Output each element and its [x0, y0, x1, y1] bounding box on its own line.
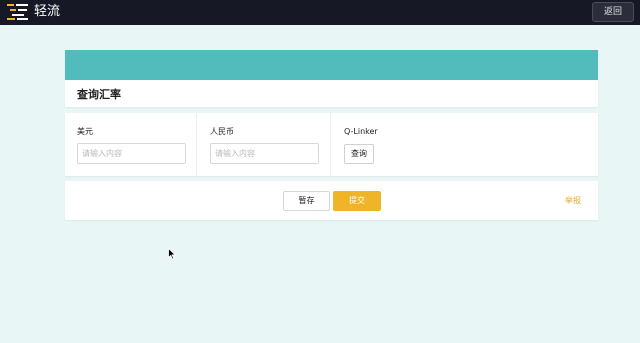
submit-button[interactable]: 提交 — [333, 191, 381, 211]
usd-input[interactable] — [77, 143, 186, 164]
back-button[interactable]: 返回 — [592, 2, 634, 22]
report-link[interactable]: 举报 — [565, 196, 581, 206]
q-linker-label: Q-Linker — [344, 127, 378, 136]
form-header-card: 查询汇率 — [65, 50, 598, 107]
header-banner — [65, 50, 598, 80]
column-divider — [196, 113, 197, 176]
usd-label: 美元 — [77, 127, 93, 136]
form-fields-card: 美元 人民币 Q-Linker 查询 — [65, 113, 598, 176]
mouse-cursor-icon — [168, 248, 176, 260]
app-title: 轻流 — [34, 4, 61, 19]
page-title: 查询汇率 — [77, 88, 121, 101]
action-bar: 暂存 提交 举报 — [65, 181, 598, 220]
app-logo-icon — [7, 4, 28, 20]
save-draft-button[interactable]: 暂存 — [283, 191, 330, 211]
column-divider — [330, 113, 331, 176]
query-button[interactable]: 查询 — [344, 144, 374, 164]
top-bar: 轻流 返回 — [0, 0, 640, 25]
cny-label: 人民币 — [210, 127, 234, 136]
cny-input[interactable] — [210, 143, 319, 164]
